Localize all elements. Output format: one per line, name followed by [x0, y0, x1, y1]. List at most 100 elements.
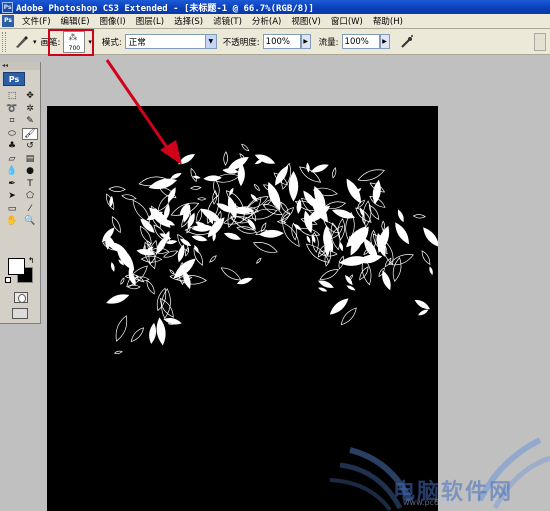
eyedropper2-icon[interactable]: ⁄ [22, 203, 38, 216]
ps-menu-logo-icon[interactable]: Ps [2, 15, 14, 27]
foreground-color[interactable] [8, 258, 25, 275]
flow-value: 100% [344, 36, 369, 47]
leaf-mark [108, 186, 126, 192]
mode-value: 正常 [128, 37, 146, 48]
leaf-mark [397, 209, 404, 223]
leaf-mark [120, 277, 125, 285]
watermark-url: www.pc6.com [403, 498, 459, 507]
leaf-mark [165, 240, 178, 245]
chevron-down-icon[interactable]: ▼ [204, 35, 216, 48]
swap-colors-icon[interactable]: ↰ [28, 256, 35, 265]
menu-bar: Ps 文件(F) 编辑(E) 图像(I) 图层(L) 选择(S) 滤镜(T) 分… [0, 14, 550, 29]
leaf-mark [190, 167, 197, 183]
leaf-mark [223, 151, 229, 166]
leaf-mark [113, 350, 123, 354]
mode-label: 模式: [101, 37, 122, 48]
clone-stamp-icon[interactable]: ♣ [4, 140, 20, 153]
options-grip[interactable] [2, 31, 6, 52]
photoshop-app-icon: Ps [2, 1, 13, 13]
leaf-mark [106, 294, 130, 304]
opacity-value: 100% [265, 36, 290, 47]
leaf-mark [140, 255, 163, 263]
default-colors-icon[interactable] [5, 277, 11, 283]
tool-grid: ⬚ ✥ ➰ ✲ ⌗ ✎ ⬭ 🖌 ♣ ↺ ▱ ▤ 💧 ● ✒ T ➤ ⬠ ▭ ⁄ ✋ 🔍 [4, 90, 38, 228]
ps-logo[interactable]: Ps [3, 72, 25, 86]
leaf-mark [209, 255, 217, 263]
screen-mode-icon[interactable] [12, 308, 28, 319]
leaf-mark [130, 327, 145, 343]
flow-input[interactable]: 100% ▶ [341, 34, 390, 49]
menu-analysis[interactable]: 分析(A) [247, 15, 286, 27]
brush-highlight-box [48, 29, 94, 56]
opacity-input[interactable]: 100% ▶ [262, 34, 311, 49]
leaf-mark [306, 235, 311, 244]
leaf-mark [241, 143, 250, 152]
lasso-icon[interactable]: ➰ [4, 103, 20, 116]
blur-icon[interactable]: 💧 [4, 165, 20, 178]
magic-wand-icon[interactable]: ✲ [22, 103, 38, 116]
airbrush-icon [400, 34, 413, 48]
leaf-mark [220, 267, 242, 281]
leaf-mark [177, 244, 185, 263]
leaf-mark [121, 194, 137, 200]
notes-icon[interactable]: ▭ [4, 203, 20, 216]
move-icon[interactable]: ✥ [22, 90, 38, 103]
menu-window[interactable]: 窗口(W) [326, 15, 368, 27]
menu-select[interactable]: 选择(S) [169, 15, 208, 27]
path-selection-icon[interactable]: ➤ [4, 190, 20, 203]
type-icon[interactable]: T [22, 178, 38, 191]
leaf-mark [421, 250, 431, 265]
leaf-mark [203, 175, 222, 182]
history-brush-icon[interactable]: ↺ [22, 140, 38, 153]
flow-slider-icon[interactable]: ▶ [379, 34, 390, 49]
leaf-mark [191, 235, 208, 242]
leaf-mark [256, 257, 262, 264]
leaf-mark [163, 250, 179, 258]
tool-preset-picker[interactable] [10, 32, 32, 52]
leaf-mark [149, 322, 157, 344]
brush-icon [16, 35, 28, 48]
tool-preset-dropdown-icon[interactable]: ▾ [33, 38, 37, 46]
toolbox-collapse[interactable]: ◂◂ [0, 62, 40, 70]
leaf-mark [223, 232, 242, 240]
shape-icon[interactable]: ⬠ [22, 190, 38, 203]
brush-icon[interactable]: 🖌 [22, 127, 38, 140]
leaf-mark [357, 169, 385, 181]
eyedropper-icon[interactable]: ✎ [22, 115, 38, 128]
leaf-mark [418, 309, 429, 316]
menu-view[interactable]: 视图(V) [286, 15, 325, 27]
menu-filter[interactable]: 滤镜(T) [208, 15, 247, 27]
leaf-mark [306, 162, 310, 173]
menu-edit[interactable]: 编辑(E) [56, 15, 95, 27]
hand-icon[interactable]: ✋ [4, 215, 20, 228]
crop-icon[interactable]: ⌗ [4, 115, 20, 128]
leaf-mark [146, 279, 155, 295]
leaf-mark [253, 183, 260, 192]
palette-well[interactable] [534, 33, 546, 51]
leaf-mark [412, 214, 426, 219]
menu-file[interactable]: 文件(F) [17, 15, 56, 27]
healing-brush-icon[interactable]: ⬭ [4, 128, 20, 141]
leaf-mark [250, 193, 258, 202]
opacity-label: 不透明度: [222, 37, 260, 48]
airbrush-toggle[interactable] [398, 33, 416, 51]
menu-help[interactable]: 帮助(H) [368, 15, 408, 27]
zoom-icon[interactable]: 🔍 [22, 215, 38, 228]
opacity-slider-icon[interactable]: ▶ [300, 34, 311, 49]
quick-mask-icon[interactable] [14, 292, 28, 303]
dodge-icon[interactable]: ● [22, 165, 38, 178]
gradient-icon[interactable]: ▤ [22, 153, 38, 166]
pen-icon[interactable]: ✒ [4, 178, 20, 191]
eraser-icon[interactable]: ▱ [4, 153, 20, 166]
leaf-mark [190, 186, 202, 190]
leaf-mark [116, 245, 135, 271]
marquee-icon[interactable]: ⬚ [4, 90, 20, 103]
menu-layer[interactable]: 图层(L) [131, 15, 169, 27]
mode-select[interactable]: 正常 ▼ [124, 34, 217, 49]
leaf-mark [423, 227, 438, 247]
leaf-mark [382, 270, 391, 291]
leaf-mark [318, 287, 328, 292]
menu-image[interactable]: 图像(I) [95, 15, 131, 27]
toolbox: ◂◂ Ps ⬚ ✥ ➰ ✲ ⌗ ✎ ⬭ 🖌 ♣ ↺ ▱ ▤ 💧 ● ✒ T ➤ ⬠ ▭ ⁄ ✋ 🔍 ↰ [0, 62, 41, 324]
leaf-mark [178, 154, 195, 165]
